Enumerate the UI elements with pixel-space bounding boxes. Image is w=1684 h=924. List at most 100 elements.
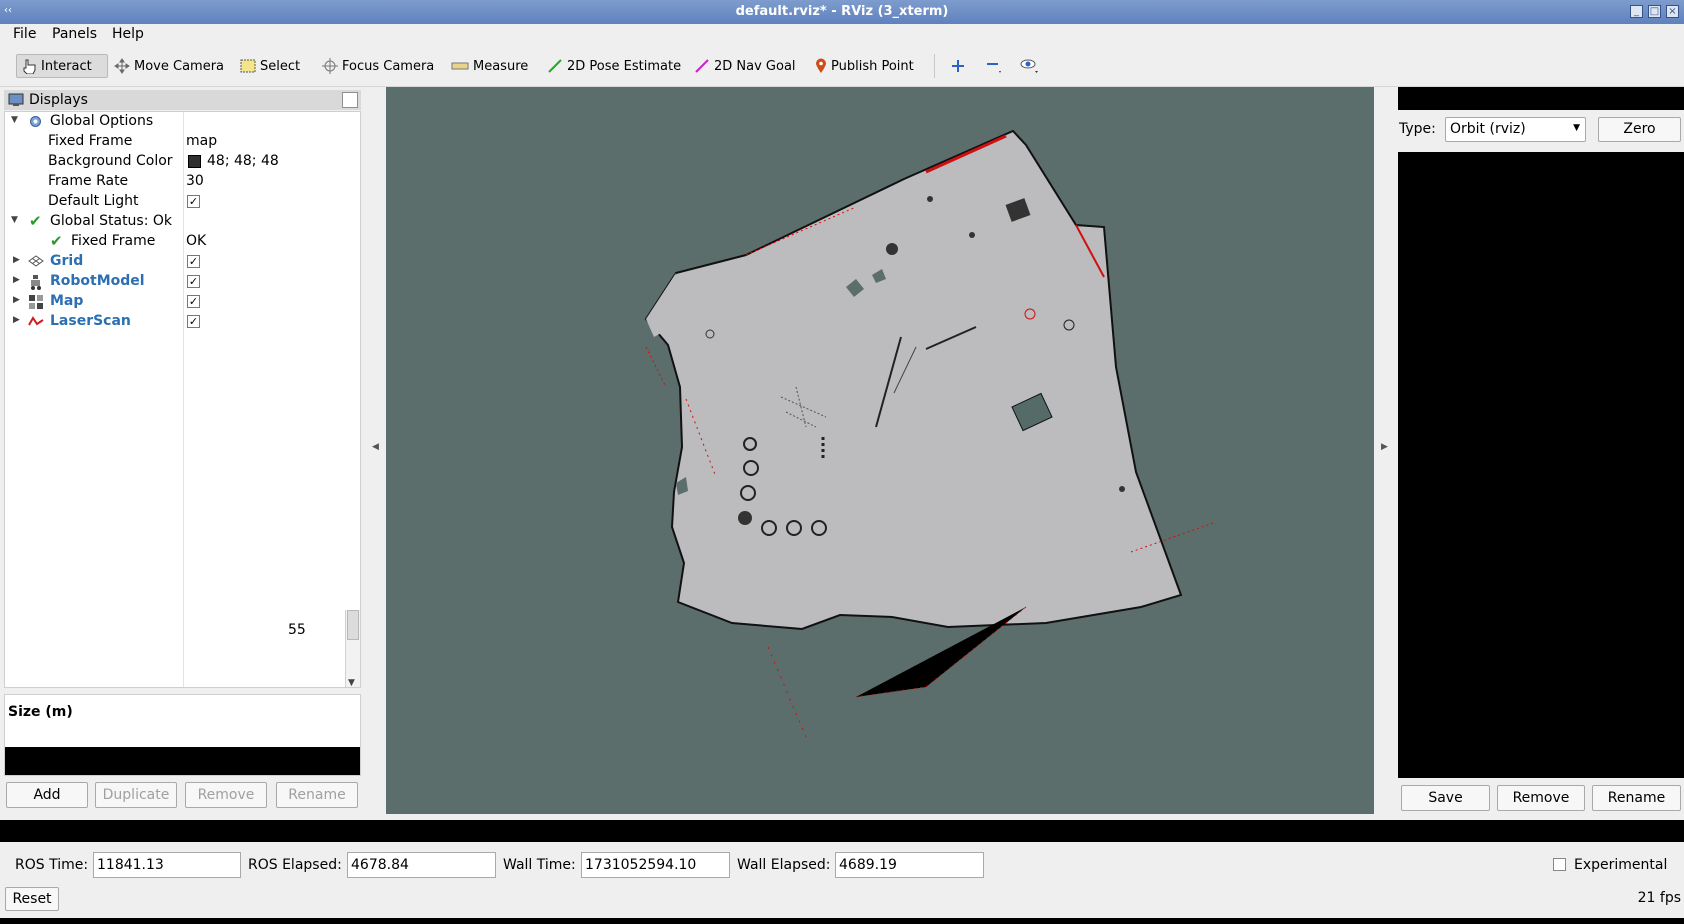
move-camera-tool-button[interactable]: Move Camera bbox=[110, 54, 228, 78]
interact-tool-button[interactable]: Interact bbox=[16, 54, 108, 78]
tree-row-fixed-frame[interactable]: Fixed Frame map bbox=[5, 132, 360, 152]
nav-goal-tool-button[interactable]: 2D Nav Goal bbox=[690, 54, 800, 78]
map-label: Map bbox=[50, 293, 84, 309]
menu-file[interactable]: File bbox=[13, 26, 36, 42]
views-panel: Type: Orbit (rviz) ▼ Zero Save Remove Re… bbox=[1395, 87, 1684, 820]
occupancy-map[interactable] bbox=[386, 87, 1374, 814]
remove-display-button[interactable]: Remove bbox=[185, 782, 267, 808]
property-description-box: Size (m) bbox=[4, 694, 361, 776]
tree-row-status-fixed-frame[interactable]: ✔ Fixed Frame OK bbox=[5, 232, 360, 252]
laser-scan-icon bbox=[28, 316, 44, 326]
collapsed-arrow-icon[interactable]: ▶ bbox=[13, 275, 20, 285]
tree-row-laser-scan[interactable]: ▶ LaserScan ✓ bbox=[5, 312, 360, 332]
fixed-frame-value[interactable]: map bbox=[186, 133, 217, 149]
status-fixed-frame-label: Fixed Frame bbox=[71, 233, 156, 249]
right-splitter[interactable]: ▶ bbox=[1374, 87, 1395, 820]
ros-elapsed-field[interactable]: 4678.84 bbox=[347, 852, 496, 878]
laser-segment bbox=[767, 646, 807, 738]
focus-camera-icon bbox=[322, 58, 338, 74]
rename-view-button[interactable]: Rename bbox=[1592, 785, 1681, 811]
close-icon[interactable]: × bbox=[1666, 5, 1679, 18]
measure-tool-button[interactable]: Measure bbox=[447, 54, 532, 78]
remove-tool-button[interactable] bbox=[981, 54, 1007, 78]
add-tool-button[interactable] bbox=[947, 54, 969, 78]
select-icon bbox=[240, 59, 256, 73]
ros-time-field[interactable]: 11841.13 bbox=[93, 852, 241, 878]
add-display-button[interactable]: Add bbox=[6, 782, 88, 808]
experimental-label: Experimental bbox=[1574, 857, 1668, 873]
panel-float-button[interactable] bbox=[342, 92, 358, 108]
scrollbar-thumb[interactable] bbox=[347, 610, 359, 640]
duplicate-display-button[interactable]: Duplicate bbox=[95, 782, 177, 808]
select-tool-button[interactable]: Select bbox=[236, 54, 304, 78]
hand-pointer-icon bbox=[23, 59, 36, 74]
tree-row-map[interactable]: ▶ Map ✓ bbox=[5, 292, 360, 312]
tool-bar: Interact Move Camera Select Focus Camera… bbox=[0, 46, 1684, 87]
focus-camera-label: Focus Camera bbox=[342, 58, 435, 74]
views-panel-header bbox=[1398, 87, 1684, 110]
remove-view-button[interactable]: Remove bbox=[1497, 785, 1585, 811]
global-status-label: Global Status: Ok bbox=[50, 213, 173, 229]
background-color-value[interactable]: 48; 48; 48 bbox=[207, 153, 279, 169]
views-list[interactable] bbox=[1398, 152, 1684, 778]
status-fixed-frame-value: OK bbox=[186, 233, 207, 249]
default-light-checkbox[interactable]: ✓ bbox=[187, 195, 200, 208]
menu-panels[interactable]: Panels bbox=[52, 26, 97, 42]
grid-label: Grid bbox=[50, 253, 84, 269]
displays-tree: ▼ Global Options Fixed Frame map Backgro… bbox=[4, 111, 361, 688]
robot-model-checkbox[interactable]: ✓ bbox=[187, 275, 200, 288]
collapse-left-icon[interactable]: ◀ bbox=[372, 442, 379, 452]
minimize-icon[interactable]: _ bbox=[1630, 5, 1643, 18]
wall-elapsed-field[interactable]: 4689.19 bbox=[835, 852, 984, 878]
expanded-arrow-icon[interactable]: ▼ bbox=[11, 215, 18, 225]
grid-icon bbox=[28, 255, 44, 267]
wall-time-field[interactable]: 1731052594.10 bbox=[581, 852, 730, 878]
reset-button[interactable]: Reset bbox=[5, 887, 59, 911]
focus-camera-tool-button[interactable]: Focus Camera bbox=[318, 54, 438, 78]
displays-panel-header: Displays bbox=[4, 90, 361, 110]
tree-scrollbar[interactable]: ▼ bbox=[345, 610, 360, 687]
3d-viewport[interactable] bbox=[386, 87, 1374, 814]
laser-scan-checkbox[interactable]: ✓ bbox=[187, 315, 200, 328]
pose-estimate-tool-button[interactable]: 2D Pose Estimate bbox=[543, 54, 685, 78]
map-obstacle bbox=[927, 196, 933, 202]
scroll-down-icon[interactable]: ▼ bbox=[348, 678, 355, 687]
description-text: Size (m) bbox=[8, 704, 73, 720]
ros-elapsed-label: ROS Elapsed: bbox=[248, 857, 342, 873]
tree-row-grid[interactable]: ▶ Grid ✓ bbox=[5, 252, 360, 272]
frame-rate-value[interactable]: 30 bbox=[186, 173, 204, 189]
view-type-select[interactable]: Orbit (rviz) ▼ bbox=[1445, 117, 1586, 142]
menu-help[interactable]: Help bbox=[112, 26, 144, 42]
tool-properties-button[interactable] bbox=[1016, 54, 1044, 78]
zero-button[interactable]: Zero bbox=[1598, 117, 1681, 142]
save-view-button[interactable]: Save bbox=[1401, 785, 1490, 811]
collapse-right-icon[interactable]: ▶ bbox=[1381, 442, 1388, 452]
grid-checkbox[interactable]: ✓ bbox=[187, 255, 200, 268]
robot-model-icon bbox=[31, 275, 41, 290]
collapsed-arrow-icon[interactable]: ▶ bbox=[13, 315, 20, 325]
maximize-icon[interactable]: □ bbox=[1648, 5, 1661, 18]
publish-point-tool-button[interactable]: Publish Point bbox=[811, 54, 918, 78]
tree-row-global-status[interactable]: ▼ ✔ Global Status: Ok bbox=[5, 212, 360, 232]
map-obstacle bbox=[738, 511, 752, 525]
global-options-label: Global Options bbox=[50, 113, 154, 129]
window-title: default.rviz* - RViz (3_xterm) bbox=[735, 4, 949, 19]
map-obstacle bbox=[886, 243, 898, 255]
chevron-down-icon: ▼ bbox=[1573, 123, 1580, 133]
tree-row-robot-model[interactable]: ▶ RobotModel ✓ bbox=[5, 272, 360, 292]
tree-row-frame-rate[interactable]: Frame Rate 30 bbox=[5, 172, 360, 192]
collapsed-arrow-icon[interactable]: ▶ bbox=[13, 295, 20, 305]
tree-row-default-light[interactable]: Default Light ✓ bbox=[5, 192, 360, 212]
tree-row-global-options[interactable]: ▼ Global Options bbox=[5, 112, 360, 132]
collapsed-arrow-icon[interactable]: ▶ bbox=[13, 255, 20, 265]
color-swatch[interactable] bbox=[188, 155, 201, 168]
tree-row-background-color[interactable]: Background Color 48; 48; 48 bbox=[5, 152, 360, 172]
expanded-arrow-icon[interactable]: ▼ bbox=[11, 115, 18, 125]
ruler-icon bbox=[451, 62, 469, 70]
map-checkbox[interactable]: ✓ bbox=[187, 295, 200, 308]
left-splitter[interactable]: ◀ bbox=[365, 87, 386, 820]
green-arrow-icon bbox=[548, 59, 562, 73]
default-light-label: Default Light bbox=[48, 193, 139, 209]
experimental-checkbox[interactable] bbox=[1553, 858, 1566, 871]
rename-display-button[interactable]: Rename bbox=[276, 782, 358, 808]
